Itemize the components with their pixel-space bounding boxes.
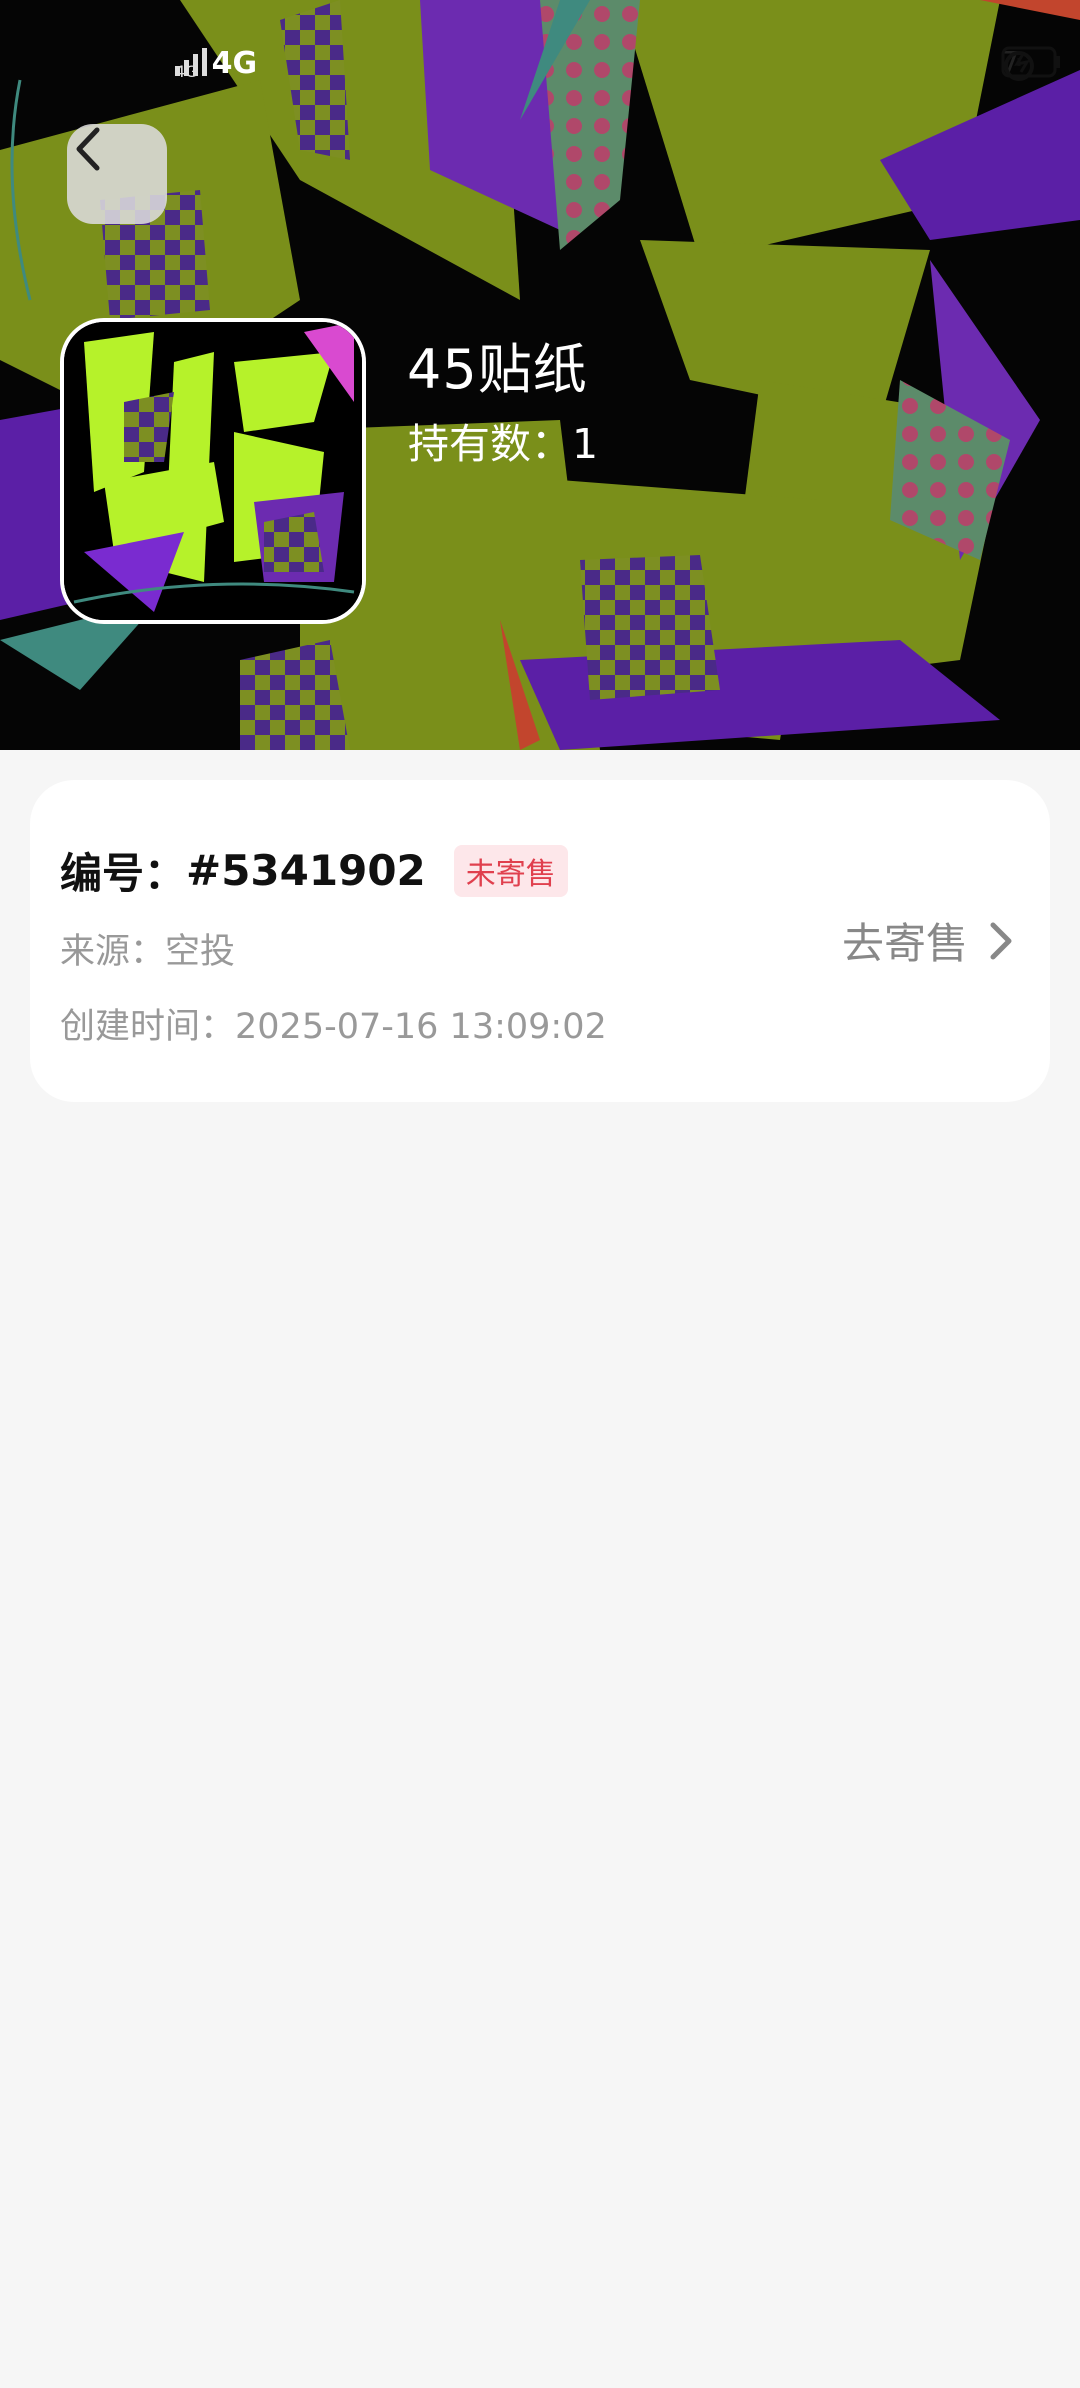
serial-number: #5341902 [186,846,426,895]
header-banner: 4G 4G 7 [0,0,1080,750]
source-value: 空投 [165,932,236,972]
created-label: 创建时间： [60,1007,236,1047]
serial-label: 编号： [60,849,187,898]
battery-icon [1001,46,1060,78]
sticker-image [64,322,362,620]
network-type-label-2: 4G [211,46,258,81]
source-row: 来源：空投 [60,923,235,974]
item-title: 45贴纸 [407,338,588,401]
signal-icon [175,48,207,76]
chevron-left-icon [76,127,100,171]
source-label: 来源： [60,932,166,972]
chevron-right-icon [990,922,1012,959]
owned-label: 持有数： [408,420,572,468]
system-indicators: 7 [1001,46,1060,81]
owned-count: 持有数：1 [408,410,598,470]
owned-value: 1 [572,420,599,468]
back-button[interactable] [67,124,167,224]
created-row: 创建时间：2025-07-16 13:09:02 [60,998,607,1049]
serial-row: 编号： #5341902 未寄售 [60,840,568,901]
status-bar: 4G 4G 7 [0,0,1080,130]
consign-button[interactable]: 去寄售 [842,910,1014,971]
created-value: 2025-07-16 13:09:02 [235,1007,607,1047]
item-detail-card: 编号： #5341902 未寄售 来源：空投 创建时间：2025-07-16 1… [30,780,1050,1102]
consign-label: 去寄售 [841,919,968,968]
sticker-thumbnail [60,318,366,624]
status-badge: 未寄售 [453,844,568,897]
network-indicators: 4G 4G [175,46,257,81]
